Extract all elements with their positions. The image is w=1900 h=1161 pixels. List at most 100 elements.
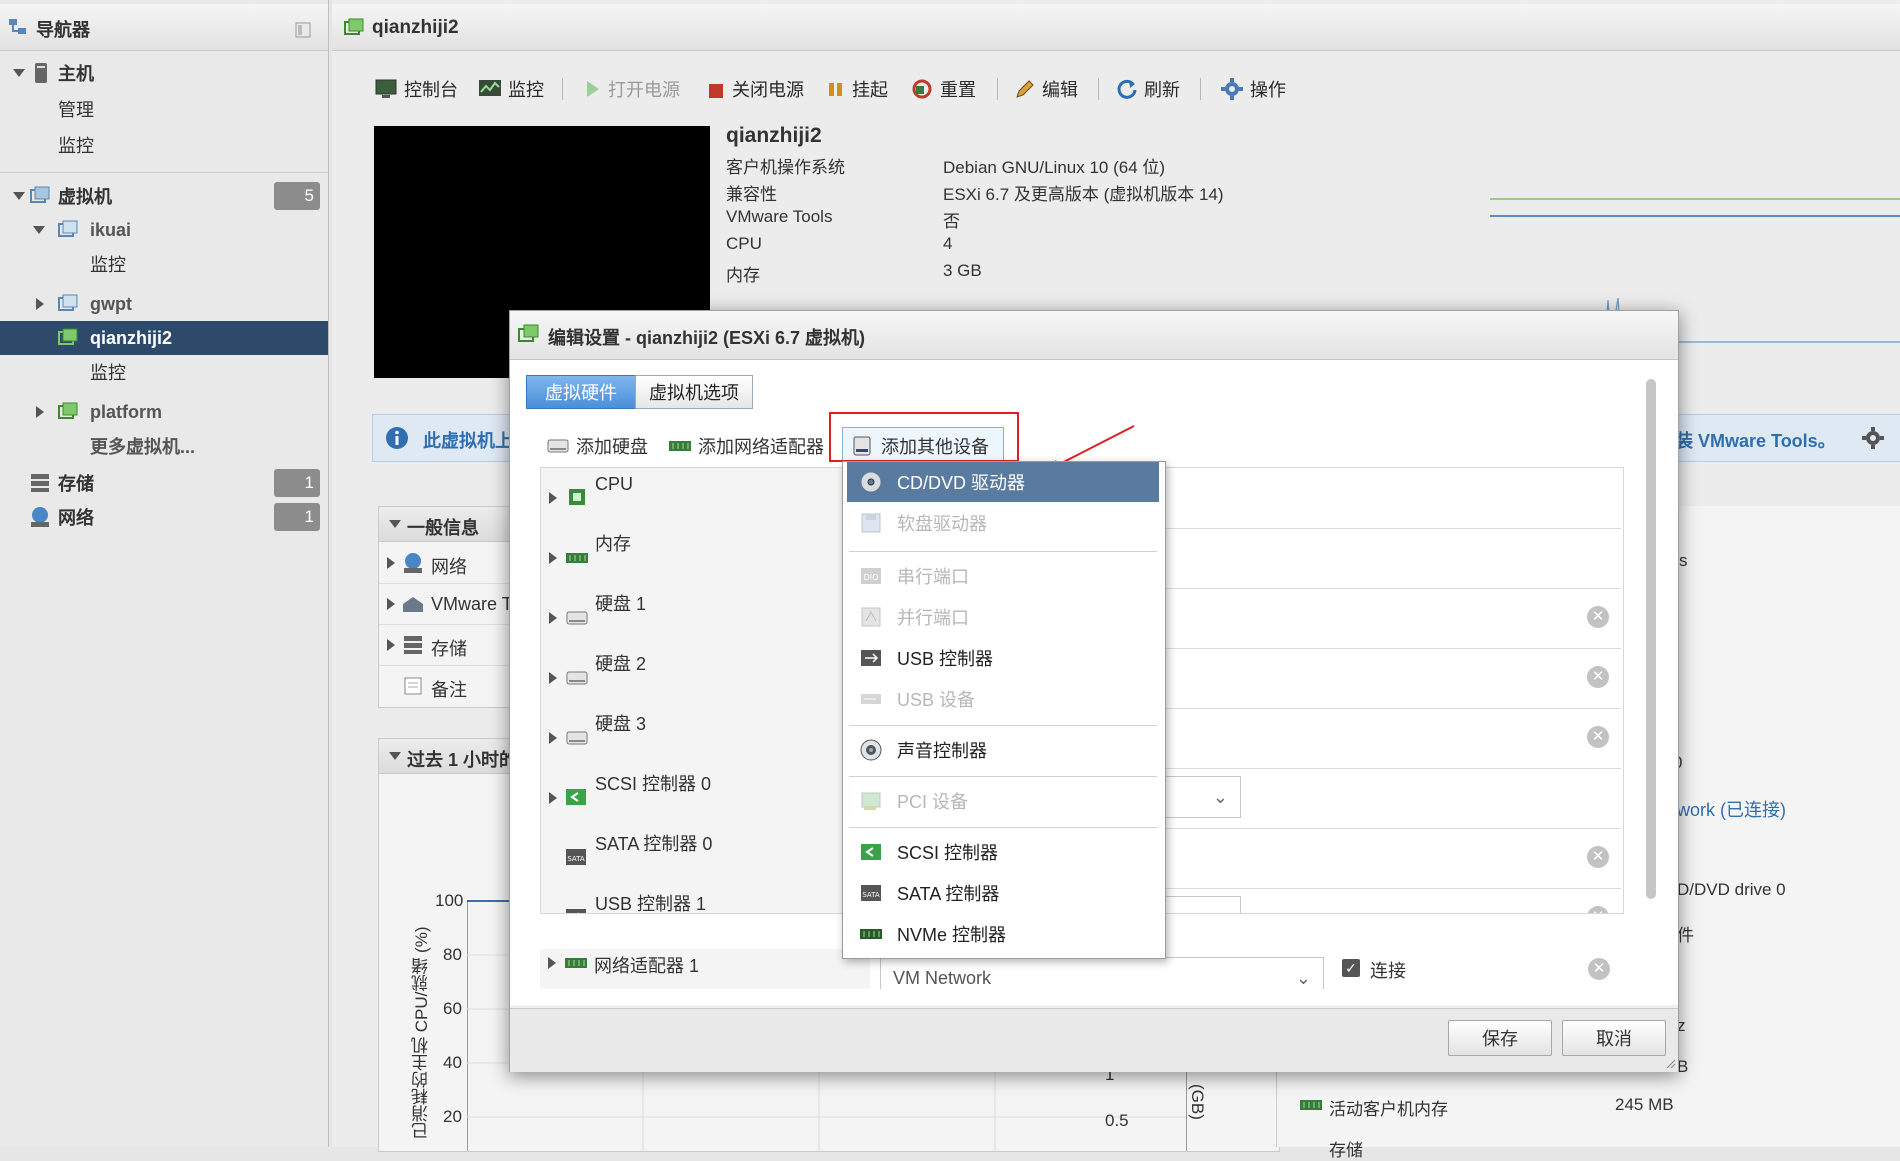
reset-icon bbox=[912, 79, 932, 99]
nav-item-ikuai[interactable]: ikuai bbox=[0, 213, 328, 247]
expand-right-icon[interactable] bbox=[36, 406, 44, 418]
menu-item-scsi-controller[interactable]: SCSI 控制器 bbox=[847, 832, 1159, 872]
pencil-icon bbox=[1016, 80, 1034, 98]
expand-down-icon[interactable] bbox=[13, 69, 25, 77]
expand-right-icon[interactable] bbox=[36, 298, 44, 310]
nav-item-gwpt[interactable]: gwpt bbox=[0, 287, 328, 321]
remove-device-icon[interactable]: ✕ bbox=[1588, 958, 1610, 980]
nav-item-storage[interactable]: 存储 1 bbox=[0, 466, 328, 500]
menu-item-usb-controller[interactable]: USB 控制器 bbox=[847, 638, 1159, 678]
toolbar-label: 控制台 bbox=[404, 80, 458, 100]
collapse-down-icon[interactable] bbox=[389, 520, 401, 528]
expand-right-icon[interactable] bbox=[387, 639, 395, 651]
remove-device-icon[interactable]: ✕ bbox=[1587, 606, 1609, 628]
expand-right-icon[interactable] bbox=[549, 492, 557, 504]
chevron-down-icon: ⌄ bbox=[1213, 897, 1228, 913]
add-nic-button[interactable]: 添加网络适配器 bbox=[668, 431, 824, 461]
remove-device-icon[interactable]: ✕ bbox=[1587, 906, 1609, 913]
menu-item-floppy[interactable]: 软盘驱动器 bbox=[847, 503, 1159, 543]
menu-item-sata-controller[interactable]: SATA SATA 控制器 bbox=[847, 873, 1159, 913]
prop-key: VMware Tools bbox=[726, 207, 833, 226]
menu-item-parallel-port[interactable]: 并行端口 bbox=[847, 597, 1159, 637]
expand-right-icon[interactable] bbox=[387, 557, 395, 569]
menu-separator bbox=[849, 725, 1157, 726]
y-tick: 80 bbox=[443, 945, 462, 964]
edit-button[interactable]: 编辑 bbox=[1014, 74, 1078, 104]
remove-device-icon[interactable]: ✕ bbox=[1587, 846, 1609, 868]
expand-down-icon[interactable] bbox=[33, 226, 45, 234]
nav-item-vms[interactable]: 虚拟机 5 bbox=[0, 179, 328, 213]
nav-item-more-vms[interactable]: 更多虚拟机... bbox=[0, 429, 328, 463]
hw-label: SCSI 控制器 0 bbox=[595, 774, 712, 794]
hw-label: CPU bbox=[595, 474, 634, 494]
network-link[interactable]: work (已连接) bbox=[1677, 796, 1786, 822]
tab-vm-options[interactable]: 虚拟机选项 bbox=[635, 375, 753, 409]
cd-icon bbox=[860, 471, 882, 493]
menu-item-pci-device[interactable]: PCI 设备 bbox=[847, 781, 1159, 821]
tab-virtual-hardware[interactable]: 虚拟硬件 bbox=[526, 375, 636, 409]
nav-item-network[interactable]: 网络 1 bbox=[0, 500, 328, 534]
remove-device-icon[interactable]: ✕ bbox=[1587, 726, 1609, 748]
save-button[interactable]: 保存 bbox=[1448, 1020, 1552, 1056]
y-tick: 20 bbox=[443, 1107, 462, 1126]
nav-item-platform[interactable]: platform bbox=[0, 395, 328, 429]
gear-icon[interactable] bbox=[1861, 426, 1885, 450]
dialog-titlebar[interactable]: 编辑设置 - qianzhiji2 (ESXi 6.7 虚拟机) bbox=[510, 311, 1678, 360]
expand-right-icon[interactable] bbox=[387, 598, 395, 610]
disk-icon bbox=[566, 611, 588, 625]
nav-item-host-monitor[interactable]: 监控 bbox=[0, 128, 328, 162]
nav-item-ikuai-monitor[interactable]: 监控 bbox=[0, 247, 328, 281]
nvme-icon bbox=[860, 929, 882, 939]
toolbar-separator bbox=[997, 78, 998, 100]
menu-separator bbox=[849, 776, 1157, 777]
menu-label: PCI 设备 bbox=[897, 792, 969, 812]
nav-item-qianzhiji2[interactable]: qianzhiji2 bbox=[0, 321, 328, 355]
nav-label: 存储 bbox=[58, 474, 94, 494]
connect-checkbox[interactable]: ✓ bbox=[1342, 959, 1360, 977]
y-tick: 40 bbox=[443, 1053, 462, 1072]
expand-right-icon[interactable] bbox=[549, 552, 557, 564]
expand-right-icon[interactable] bbox=[548, 957, 556, 969]
menu-item-usb-device[interactable]: USB 设备 bbox=[847, 679, 1159, 719]
navigator-title: 导航器 bbox=[36, 20, 90, 40]
menu-item-nvme-controller[interactable]: NVMe 控制器 bbox=[847, 914, 1159, 954]
network-select[interactable]: VM Network ⌄ bbox=[880, 957, 1324, 989]
suspend-button[interactable]: 挂起 bbox=[826, 74, 888, 104]
remove-device-icon[interactable]: ✕ bbox=[1587, 666, 1609, 688]
expand-down-icon[interactable] bbox=[13, 192, 25, 200]
reset-button[interactable]: 重置 bbox=[910, 74, 976, 104]
monitor-button[interactable]: 监控 bbox=[478, 74, 544, 104]
nav-item-host[interactable]: 主机 bbox=[0, 56, 328, 90]
power-off-button[interactable]: 关闭电源 bbox=[706, 74, 804, 104]
expand-right-icon[interactable] bbox=[549, 612, 557, 624]
monitor-chart-icon bbox=[479, 80, 501, 96]
menu-item-serial-port[interactable]: DIO 串行端口 bbox=[847, 556, 1159, 596]
select-value: VM Network bbox=[893, 968, 992, 988]
disk-icon bbox=[566, 731, 588, 745]
row-value: s bbox=[1679, 551, 1688, 570]
expand-right-icon[interactable] bbox=[549, 672, 557, 684]
nav-item-manage[interactable]: 管理 bbox=[0, 92, 328, 126]
resize-grip-icon[interactable] bbox=[1664, 1057, 1676, 1069]
dialog-scrollbar[interactable] bbox=[1646, 379, 1656, 899]
network-icon bbox=[404, 553, 422, 573]
nav-item-qianzhiji2-monitor[interactable]: 监控 bbox=[0, 355, 328, 389]
pause-icon bbox=[829, 83, 842, 96]
cancel-button[interactable]: 取消 bbox=[1562, 1020, 1666, 1056]
toolbar-label: 挂起 bbox=[852, 80, 888, 100]
console-button[interactable]: 控制台 bbox=[374, 74, 458, 104]
actions-button[interactable]: 操作 bbox=[1220, 74, 1286, 104]
vm-icon bbox=[58, 220, 78, 237]
power-on-button[interactable]: 打开电源 bbox=[582, 74, 680, 104]
menu-item-sound-controller[interactable]: 声音控制器 bbox=[847, 730, 1159, 770]
add-disk-button[interactable]: 添加硬盘 bbox=[546, 431, 648, 461]
collapse-icon[interactable] bbox=[295, 22, 311, 38]
refresh-button[interactable]: 刷新 bbox=[1116, 74, 1180, 104]
menu-label: USB 控制器 bbox=[897, 649, 994, 669]
menu-item-cd-dvd[interactable]: CD/DVD 驱动器 bbox=[847, 462, 1159, 502]
expand-right-icon[interactable] bbox=[549, 732, 557, 744]
expand-right-icon[interactable] bbox=[549, 792, 557, 804]
collapse-down-icon[interactable] bbox=[389, 752, 401, 760]
install-tools-text[interactable]: 装 VMware Tools。 bbox=[1675, 427, 1836, 453]
menu-label: 声音控制器 bbox=[897, 741, 987, 761]
